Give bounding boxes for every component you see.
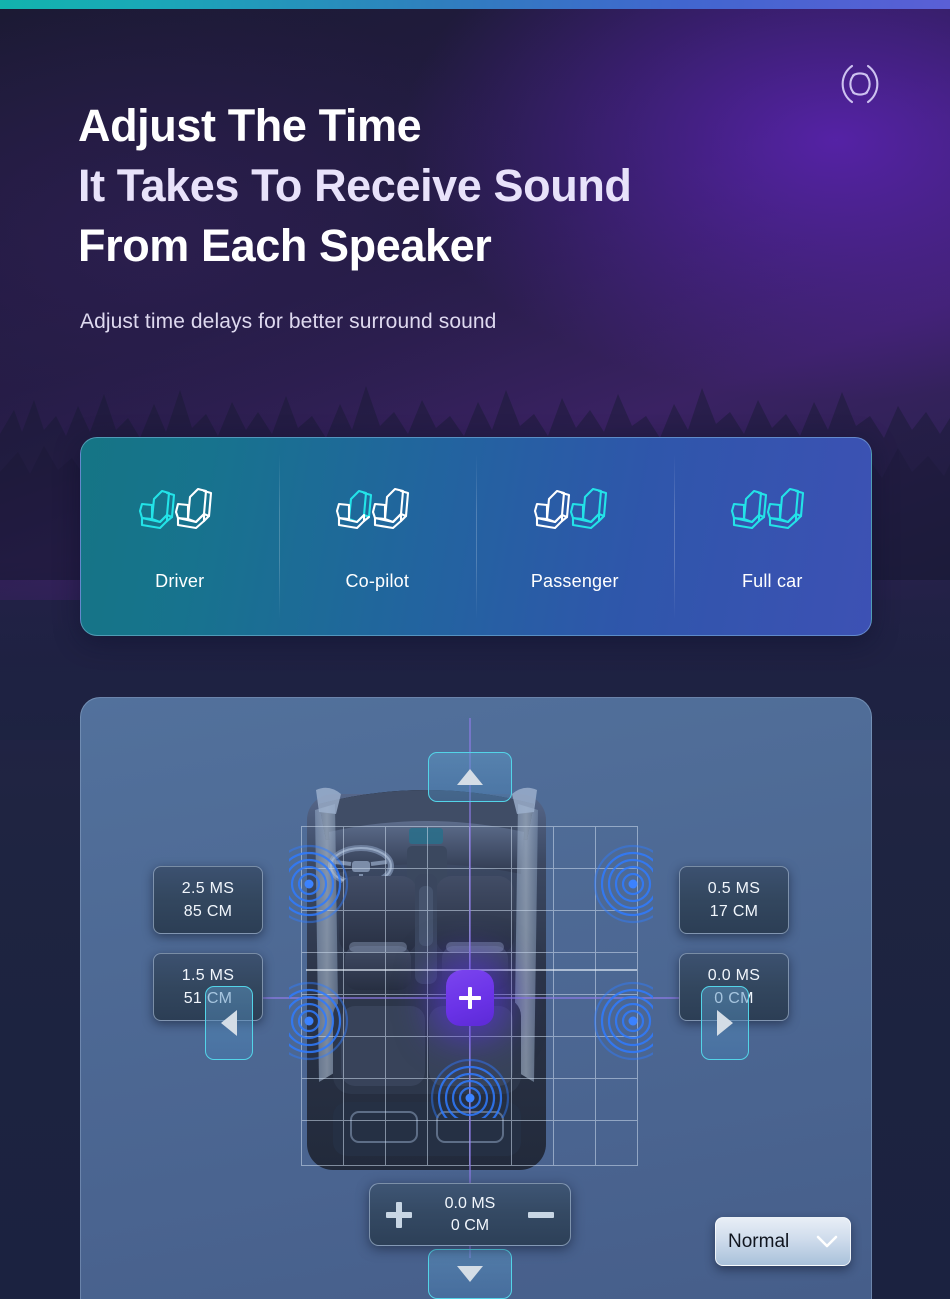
speaker-front-right[interactable] (559, 837, 673, 931)
triangle-right-icon (717, 1010, 733, 1036)
delay-value-front-left[interactable]: 2.5 MS 85 CM (153, 866, 263, 934)
delay-ms: 2.5 MS (181, 879, 235, 897)
sound-ripple-icon (832, 56, 888, 112)
page-title-line-2: It Takes To Receive Sound (78, 159, 632, 211)
plus-icon[interactable] (386, 1201, 412, 1228)
seat-tab-passenger[interactable]: Passenger (476, 438, 674, 635)
nudge-down-button[interactable] (428, 1249, 512, 1299)
top-accent-bar (0, 0, 950, 9)
seat-pair-icon (525, 481, 625, 537)
seat-tab-driver[interactable]: Driver (81, 438, 279, 635)
speaker-rear-right[interactable] (559, 974, 673, 1068)
seat-tab-label: Passenger (530, 571, 619, 591)
car-stage: 2.5 MS 85 CM 1.5 MS 51 CM 0.5 MS 17 CM 0… (81, 698, 871, 1299)
global-delay-cm: 0 CM (450, 1216, 490, 1234)
seat-tab-co-pilot[interactable]: Co-pilot (278, 438, 477, 635)
seat-selector-tabbar[interactable]: Driver Co-pilot Passenger Full car (80, 437, 872, 636)
nudge-up-button[interactable] (428, 752, 512, 802)
minus-icon[interactable] (528, 1211, 554, 1218)
triangle-up-icon (457, 769, 483, 785)
global-delay-stepper[interactable]: 0.0 MS 0 CM (369, 1183, 571, 1246)
seat-pair-icon (327, 481, 427, 537)
seat-pair-icon (130, 481, 230, 537)
global-delay-ms: 0.0 MS (444, 1194, 496, 1212)
triangle-down-icon (457, 1266, 483, 1282)
seat-tab-full-car[interactable]: Full car (673, 438, 872, 635)
seat-tab-label: Driver (155, 571, 205, 591)
listening-position-marker[interactable] (446, 970, 494, 1026)
global-delay-values: 0.0 MS 0 CM (445, 1195, 496, 1235)
page-title: Adjust The Time It Takes To Receive Soun… (78, 96, 868, 276)
seat-tab-label: Full car (741, 571, 803, 591)
delay-ms: 0.0 MS (707, 966, 761, 984)
speaker-front-left[interactable] (269, 837, 383, 931)
delay-ms: 1.5 MS (181, 966, 235, 984)
page-header: Adjust The Time It Takes To Receive Soun… (78, 96, 868, 334)
delay-cm: 85 CM (183, 902, 233, 920)
nudge-right-button[interactable] (701, 986, 749, 1060)
delay-adjust-panel: 2.5 MS 85 CM 1.5 MS 51 CM 0.5 MS 17 CM 0… (80, 697, 872, 1299)
page-subtitle: Adjust time delays for better surround s… (80, 309, 497, 333)
plus-crosshair-icon (459, 987, 481, 1009)
sound-mode-dropdown[interactable]: Normal (715, 1217, 851, 1266)
speaker-rear-left[interactable] (269, 974, 383, 1068)
speaker-subwoofer[interactable] (423, 1024, 517, 1138)
chevron-down-icon (816, 1235, 838, 1248)
delay-value-front-right[interactable]: 0.5 MS 17 CM (679, 866, 789, 934)
seat-pair-icon (722, 481, 822, 537)
delay-cm: 17 CM (709, 902, 759, 920)
sound-mode-value: Normal (728, 1230, 790, 1252)
seat-tab-label: Co-pilot (345, 571, 410, 591)
triangle-left-icon (221, 1010, 237, 1036)
page-title-line-3: From Each Speaker (78, 219, 492, 271)
page-title-line-1: Adjust The Time (78, 100, 422, 151)
nudge-left-button[interactable] (205, 986, 253, 1060)
delay-ms: 0.5 MS (707, 879, 761, 897)
